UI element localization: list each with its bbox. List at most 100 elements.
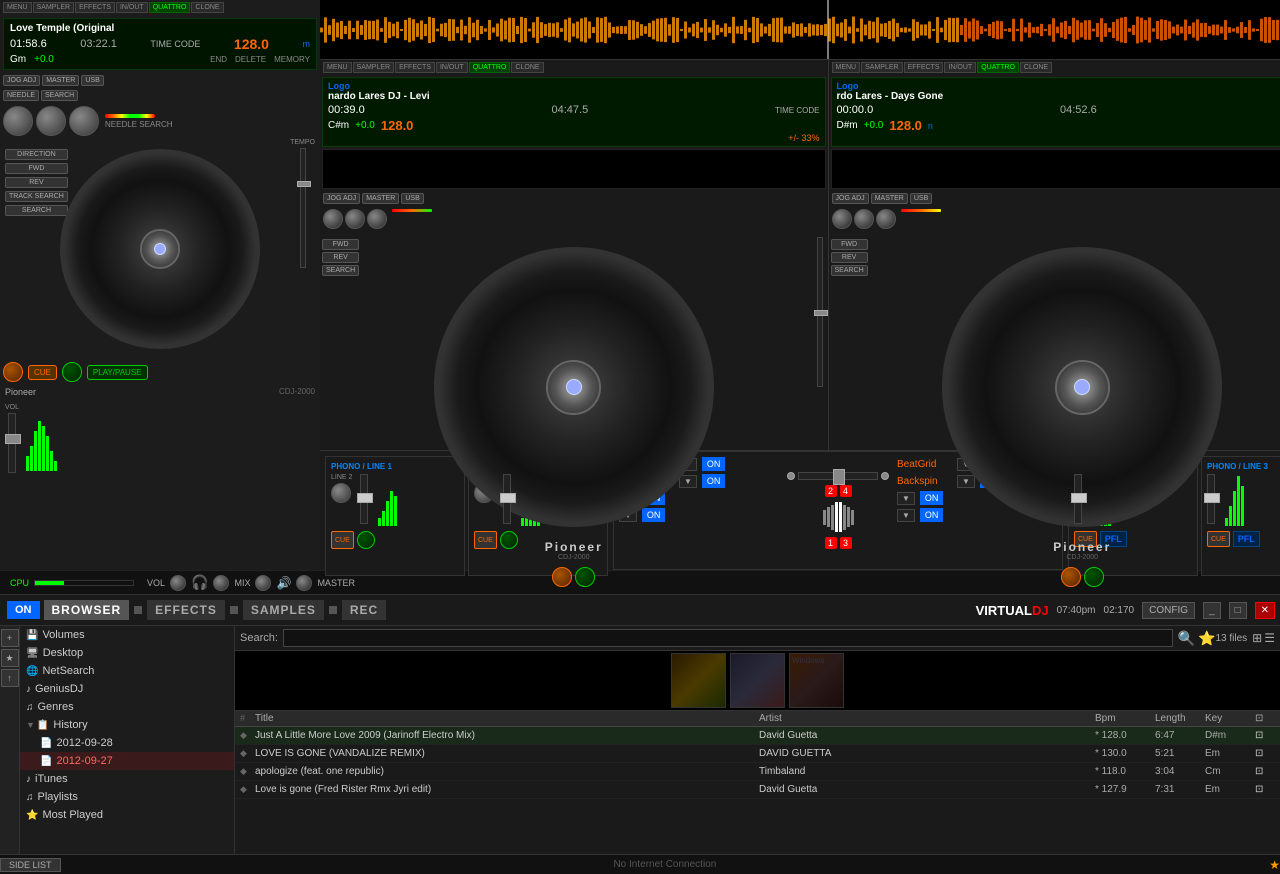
deck-left-quattro-btn[interactable]: QUATTRO [149, 2, 191, 13]
track-row[interactable]: ◆ Just A Little More Love 2009 (Jarinoff… [235, 727, 1280, 745]
deck-inner-left-tempo-slider[interactable] [817, 237, 823, 387]
list-view-icon[interactable]: ☰ [1264, 631, 1275, 645]
deck-inner-left-rev[interactable]: REV [322, 252, 359, 263]
deck-inner-left-cue-knob[interactable] [552, 567, 572, 587]
deck-left-tracksearch[interactable]: TRACK SEARCH [5, 191, 68, 202]
deck-inner-right-master[interactable]: MASTER [871, 193, 908, 204]
track-action-2[interactable]: ⊡ [1255, 766, 1275, 777]
side-list-btn[interactable]: SIDE LIST [0, 858, 61, 872]
deck-inner-left-inout[interactable]: IN/OUT [436, 62, 468, 73]
sidebar-item-geniusdj[interactable]: ♪ GeniusDJ [20, 680, 234, 698]
deck-inner-right-knob3[interactable] [876, 209, 896, 229]
phono-right-2-fader[interactable] [1207, 474, 1215, 524]
deck-inner-left-knob1[interactable] [323, 209, 343, 229]
deck-left-eq-low[interactable] [69, 106, 99, 136]
sidebar-icon-add[interactable]: + [1, 629, 19, 647]
track-action-0[interactable]: ⊡ [1255, 730, 1275, 741]
toolbar-browser-btn[interactable]: BROWSER [44, 600, 130, 620]
deck-inner-left-play-knob[interactable] [575, 567, 595, 587]
deck-inner-left-jogadj[interactable]: JOG ADJ [323, 193, 360, 204]
speaker-knob[interactable] [296, 575, 312, 591]
deck-inner-right-effects[interactable]: EFFECTS [904, 62, 944, 73]
deck-inner-right-sampler[interactable]: SAMPLER [861, 62, 902, 73]
deck-inner-right-usb[interactable]: USB [910, 193, 932, 204]
col-artist-header[interactable]: Artist [759, 713, 1095, 724]
deck-inner-left-sampler[interactable]: SAMPLER [353, 62, 394, 73]
deck-inner-right-knob2[interactable] [854, 209, 874, 229]
deck-inner-right-fwd[interactable]: FWD [831, 239, 868, 250]
deck-left-sampler-btn[interactable]: SAMPLER [33, 2, 74, 13]
mix-knob[interactable] [255, 575, 271, 591]
toolbar-close-btn[interactable]: ✕ [1255, 602, 1275, 619]
deck-inner-right-inout[interactable]: IN/OUT [944, 62, 976, 73]
track-row[interactable]: ◆ LOVE IS GONE (VANDALIZE REMIX) DAVID G… [235, 745, 1280, 763]
deck-left-search2[interactable]: SEARCH [5, 205, 68, 216]
vol-knob[interactable] [170, 575, 186, 591]
sidebar-item-netsearch[interactable]: 🌐 NetSearch [20, 662, 234, 680]
headphones-knob[interactable] [213, 575, 229, 591]
deck-left-jogadj-btn[interactable]: JOG ADJ [3, 75, 40, 86]
col-length-header[interactable]: Length [1155, 713, 1205, 724]
deck-left-inout-btn[interactable]: IN/OUT [116, 2, 148, 13]
deck-inner-left-knob2[interactable] [345, 209, 365, 229]
deck-left-clone-btn[interactable]: CLONE [191, 2, 223, 13]
deck-inner-right-jogadj[interactable]: JOG ADJ [832, 193, 869, 204]
toolbar-maximize-btn[interactable]: □ [1229, 602, 1247, 619]
deck-left-tempo-slider[interactable] [300, 148, 306, 268]
sidebar-item-2012-09-27[interactable]: 📄 2012-09-27 [20, 752, 234, 770]
favorite-bottom-icon[interactable]: ★ [1269, 858, 1280, 872]
phono-right-1-fader[interactable] [1074, 474, 1082, 524]
deck-inner-right-cue-knob[interactable] [1061, 567, 1081, 587]
sidebar-item-mostplayed[interactable]: ⭐ Most Played [20, 806, 234, 824]
deck-inner-left-knob3[interactable] [367, 209, 387, 229]
sidebar-item-desktop[interactable]: 🖥 Desktop [20, 644, 234, 662]
bookmark-icon[interactable]: ⭐ [1198, 630, 1215, 647]
deck-inner-right-play-knob[interactable] [1084, 567, 1104, 587]
deck-inner-left-search[interactable]: SEARCH [322, 265, 359, 276]
sidebar-icon-arrow-up[interactable]: ↑ [1, 669, 19, 687]
deck-left-needle-btn[interactable]: NEEDLE [3, 90, 39, 101]
deck-left-cue-btn[interactable]: CUE [28, 365, 57, 380]
sidebar-item-history[interactable]: ▼ 📋 History [20, 716, 234, 734]
deck-left-eq-high[interactable] [3, 106, 33, 136]
deck-left-rev-btn[interactable]: REV [5, 177, 68, 188]
deck-inner-right-turntable[interactable] [942, 247, 1222, 527]
toolbar-samples-btn[interactable]: SAMPLES [243, 600, 324, 620]
deck-inner-left-usb[interactable]: USB [401, 193, 423, 204]
sidebar-item-playlists[interactable]: ♫ Playlists [20, 788, 234, 806]
deck-inner-left-fwd[interactable]: FWD [322, 239, 359, 250]
deck-left-effects-btn[interactable]: EFFECTS [75, 2, 115, 13]
col-key-header[interactable]: Key [1205, 713, 1255, 724]
deck-left-play-knob[interactable] [62, 362, 82, 382]
grid-view-icon[interactable]: ⊞ [1252, 631, 1262, 645]
deck-inner-left-quattro[interactable]: QUATTRO [469, 62, 511, 73]
phono-left-1-fader[interactable] [360, 474, 368, 524]
deck-inner-left-effects[interactable]: EFFECTS [395, 62, 435, 73]
xf-main[interactable] [798, 472, 878, 480]
toolbar-minimize-btn[interactable]: _ [1203, 602, 1221, 619]
search-icon[interactable]: 🔍 [1178, 630, 1195, 647]
track-action-1[interactable]: ⊡ [1255, 748, 1275, 759]
deck-inner-left-master[interactable]: MASTER [362, 193, 399, 204]
deck-left-direction-label[interactable]: DIRECTION [5, 149, 68, 160]
deck-left-menu-btn[interactable]: MENU [3, 2, 32, 13]
search-input[interactable] [283, 629, 1173, 647]
deck-inner-right-search[interactable]: SEARCH [831, 265, 868, 276]
toolbar-config-btn[interactable]: CONFIG [1142, 602, 1195, 619]
phono-left-2-fader[interactable] [503, 474, 511, 524]
col-title-header[interactable]: Title [255, 713, 759, 724]
deck-left-vol-track[interactable] [8, 413, 16, 473]
deck-left-eq-mid[interactable] [36, 106, 66, 136]
sidebar-item-itunes[interactable]: ♪ iTunes [20, 770, 234, 788]
sidebar-item-volumes[interactable]: 💾 Volumes [20, 626, 234, 644]
deck-inner-right-clone[interactable]: CLONE [1020, 62, 1052, 73]
track-action-3[interactable]: ⊡ [1255, 784, 1275, 795]
sidebar-item-genres[interactable]: ♫ Genres [20, 698, 234, 716]
deck-inner-left-menu[interactable]: MENU [323, 62, 352, 73]
deck-left-cue-knob[interactable] [3, 362, 23, 382]
toolbar-rec-btn[interactable]: REC [342, 600, 386, 620]
deck-inner-right-knob1[interactable] [832, 209, 852, 229]
deck-left-usb-btn[interactable]: USB [81, 75, 103, 86]
toolbar-effects-btn[interactable]: EFFECTS [147, 600, 225, 620]
deck-left-search-btn[interactable]: SEARCH [41, 90, 78, 101]
